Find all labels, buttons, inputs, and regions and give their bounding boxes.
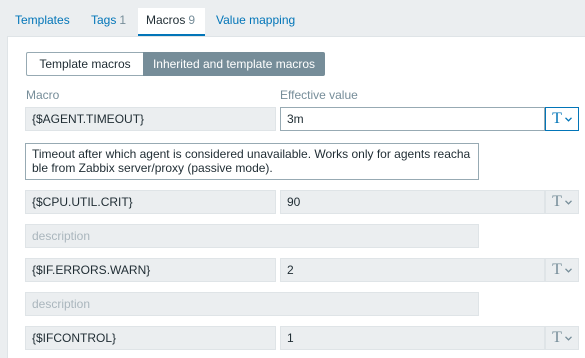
- tab-bar: Templates Tags 1 Macros 9 Value mapping: [7, 8, 585, 37]
- macro-description-field[interactable]: description: [25, 224, 479, 248]
- chevron-down-icon: [564, 199, 572, 205]
- macro-name-field[interactable]: {$AGENT.TIMEOUT}: [25, 107, 276, 131]
- tab-templates-label: Templates: [15, 13, 70, 27]
- macro-value-field[interactable]: 90: [280, 190, 545, 214]
- tab-tags-count: 1: [119, 13, 127, 27]
- macro-value-field[interactable]: 2: [280, 258, 545, 282]
- template-macros-label: Template macros: [39, 57, 131, 71]
- inherited-macros-label: Inherited and template macros: [152, 57, 316, 71]
- macro-description-field[interactable]: Timeout after which agent is considered …: [25, 143, 479, 180]
- text-type-icon: T: [552, 193, 562, 210]
- tab-value-mapping-label: Value mapping: [216, 13, 296, 27]
- text-type-icon: T: [552, 261, 562, 278]
- value-type-button[interactable]: T: [545, 326, 579, 350]
- value-type-button[interactable]: T: [545, 258, 579, 282]
- text-type-icon: T: [552, 110, 562, 127]
- tab-templates[interactable]: Templates: [15, 8, 70, 36]
- effective-value-column-header: Effective value: [280, 88, 358, 102]
- tab-tags[interactable]: Tags 1: [91, 8, 126, 36]
- tab-value-mapping[interactable]: Value mapping: [216, 8, 295, 36]
- chevron-down-icon: [564, 267, 572, 273]
- macro-value-field[interactable]: 1: [280, 326, 545, 350]
- inherited-macros-button[interactable]: Inherited and template macros: [143, 52, 325, 76]
- value-type-button[interactable]: T: [545, 107, 579, 131]
- macro-name-field[interactable]: {$IFCONTROL}: [25, 326, 276, 350]
- chevron-down-icon: [564, 116, 572, 122]
- tab-macros-count: 9: [188, 13, 196, 27]
- macro-value-field[interactable]: 3m: [280, 107, 545, 131]
- macro-description-field[interactable]: description: [25, 292, 479, 316]
- macro-name-field[interactable]: {$IF.ERRORS.WARN}: [25, 258, 276, 282]
- macro-column-header: Macro: [26, 88, 60, 102]
- macro-name-field[interactable]: {$CPU.UTIL.CRIT}: [25, 190, 276, 214]
- tab-macros[interactable]: Macros 9: [138, 8, 205, 36]
- macros-panel: Template macros Inherited and template m…: [7, 37, 585, 358]
- template-macros-button[interactable]: Template macros: [26, 52, 144, 76]
- text-type-icon: T: [552, 329, 562, 346]
- tab-tags-label: Tags: [91, 13, 117, 27]
- chevron-down-icon: [564, 335, 572, 341]
- value-type-button[interactable]: T: [545, 190, 579, 214]
- tab-macros-label: Macros: [146, 13, 186, 27]
